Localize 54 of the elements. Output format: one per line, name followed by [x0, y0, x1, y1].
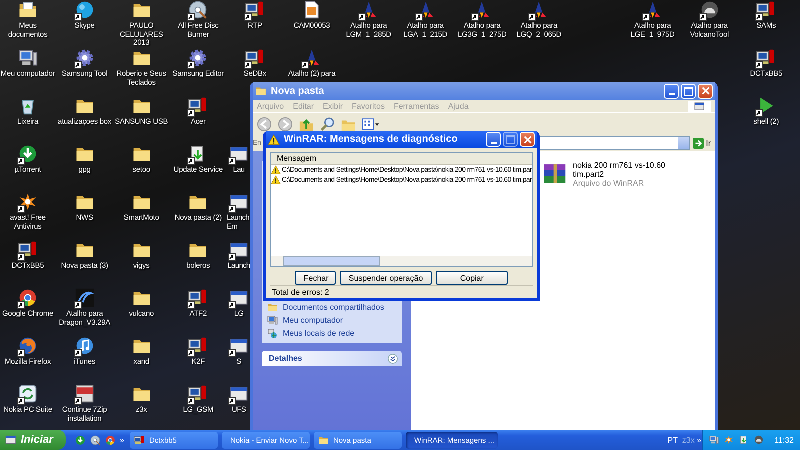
warning-icon	[271, 175, 281, 185]
disc-icon	[90, 434, 101, 446]
details-title: Detalhes	[269, 354, 302, 363]
maximize-button[interactable]	[681, 84, 696, 98]
up-folder-icon[interactable]	[299, 116, 314, 132]
star-icon	[724, 435, 734, 445]
ball-icon	[105, 434, 116, 446]
task-link[interactable]: Meus locais de rede	[283, 329, 355, 338]
close-button[interactable]	[698, 84, 713, 98]
close-icon	[702, 87, 710, 95]
close-button[interactable]	[520, 132, 535, 147]
computer-phone-icon	[134, 434, 146, 446]
maximize-icon	[684, 86, 693, 96]
dome-icon	[754, 435, 764, 445]
network-globe-icon	[267, 328, 278, 339]
maximize-button[interactable]	[503, 132, 518, 147]
download-arrow-icon	[738, 435, 749, 445]
folder-icon	[255, 85, 267, 97]
forward-icon[interactable]	[278, 116, 293, 132]
maximize-icon	[506, 135, 515, 144]
toolbar-label: z3x	[682, 436, 695, 444]
download-circle-icon	[75, 434, 86, 446]
close-icon	[524, 136, 532, 144]
minimize-icon	[668, 93, 674, 95]
column-header[interactable]: Mensagem	[271, 153, 532, 165]
collapse-chevron-icon[interactable]	[388, 354, 398, 364]
clock: 11:32	[774, 436, 794, 444]
file-name[interactable]: nokia 200 rm761 vs-10.60 tim.part2	[573, 161, 668, 179]
language-indicator[interactable]: PT	[668, 436, 678, 444]
computer-icon	[708, 435, 719, 445]
file-type: Arquivo do WinRAR	[573, 179, 646, 188]
folder-icon	[318, 434, 330, 446]
window-title: Nova pasta	[271, 86, 324, 96]
warning-icon	[271, 165, 281, 175]
computer-icon	[267, 315, 278, 326]
views-icon[interactable]	[362, 116, 380, 132]
minimize-button[interactable]	[664, 84, 679, 98]
warning-icon	[268, 134, 280, 146]
quick-launch-more[interactable]: »	[120, 436, 124, 444]
details-header[interactable]: Detalhes	[262, 351, 402, 366]
minimize-icon	[490, 142, 496, 144]
dialog-button[interactable]: Copiar	[436, 271, 508, 285]
folder-icon	[267, 302, 278, 313]
dialog-button[interactable]: Suspender operação	[340, 271, 432, 285]
task-link[interactable]: Documentos compartilhados	[283, 303, 384, 312]
toolbar-more[interactable]: »	[697, 436, 702, 444]
status-text: Total de erros: 2	[270, 285, 533, 298]
dialog-button[interactable]: Fechar	[294, 271, 336, 285]
horizontal-scrollbar[interactable]	[271, 256, 532, 266]
back-icon[interactable]	[257, 116, 272, 132]
task-link[interactable]: Meu computador	[283, 316, 344, 325]
search-icon[interactable]	[320, 116, 335, 132]
minimize-button[interactable]	[486, 132, 501, 147]
window-title: WinRAR: Mensagens de diagnóstico	[284, 134, 458, 145]
